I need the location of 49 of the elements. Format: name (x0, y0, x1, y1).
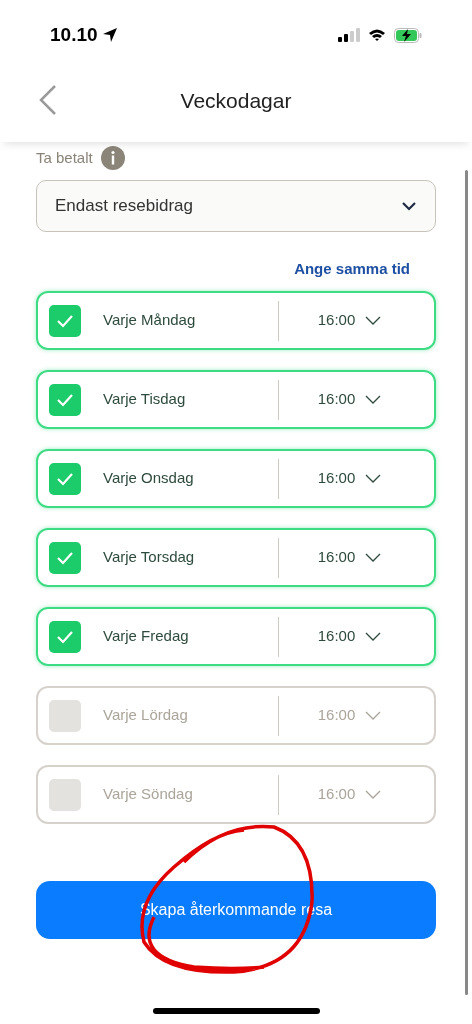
time-dropdown[interactable]: 16:00 (279, 467, 434, 490)
chevron-down-icon (365, 316, 382, 325)
time-dropdown[interactable]: 16:00 (279, 546, 434, 569)
checkmark-icon (56, 313, 74, 328)
checkbox[interactable] (49, 541, 81, 574)
same-time-link[interactable]: Ange samma tid (294, 258, 410, 278)
day-row[interactable]: Varje Måndag 16:00 (36, 291, 436, 350)
location-arrow-icon (101, 27, 118, 43)
checkmark-icon (56, 392, 74, 407)
payment-dropdown[interactable]: Endast resebidrag (36, 180, 436, 232)
status-time: 10.10 (50, 22, 98, 47)
time-dropdown[interactable]: 16:00 (279, 388, 434, 411)
checkbox[interactable] (49, 383, 81, 416)
checkbox[interactable] (49, 462, 81, 495)
time-dropdown[interactable]: 16:00 (279, 309, 434, 332)
day-row[interactable]: Varje Fredag 16:00 (36, 607, 436, 666)
checkmark-icon (56, 550, 74, 565)
info-icon[interactable] (100, 146, 125, 170)
time-dropdown[interactable]: 16:00 (279, 625, 434, 648)
checkmark-icon (56, 471, 74, 486)
dropdown-value: Endast resebidrag (55, 195, 193, 218)
day-label: Varje Lördag (103, 705, 189, 726)
day-label: Varje Fredag (103, 626, 190, 647)
day-row[interactable]: Varje Onsdag 16:00 (36, 449, 436, 508)
battery-charging-icon (394, 27, 422, 43)
chevron-down-icon (365, 711, 382, 720)
day-row[interactable]: Varje Torsdag 16:00 (36, 528, 436, 587)
day-row[interactable]: Varje Tisdag 16:00 (36, 370, 436, 429)
checkbox[interactable] (49, 778, 81, 811)
chevron-down-icon (365, 790, 382, 799)
chevron-down-icon (365, 474, 382, 483)
wifi-icon (368, 28, 386, 42)
chevron-down-icon (365, 632, 382, 641)
checkbox[interactable] (49, 699, 81, 732)
checkbox[interactable] (49, 304, 81, 337)
day-label: Varje Söndag (103, 784, 194, 805)
chevron-down-icon (401, 201, 417, 211)
signal-icon (338, 28, 360, 42)
page-title: Veckodagar (180, 88, 292, 115)
field-label: Ta betalt (36, 147, 93, 168)
chevron-down-icon (365, 553, 382, 562)
day-label: Varje Måndag (103, 310, 197, 331)
back-icon[interactable] (38, 84, 58, 116)
day-label: Varje Onsdag (103, 468, 195, 489)
checkbox[interactable] (49, 620, 81, 653)
checkmark-icon (56, 629, 74, 644)
chevron-down-icon (365, 395, 382, 404)
day-label: Varje Tisdag (103, 389, 187, 410)
day-label: Varje Torsdag (103, 547, 196, 568)
